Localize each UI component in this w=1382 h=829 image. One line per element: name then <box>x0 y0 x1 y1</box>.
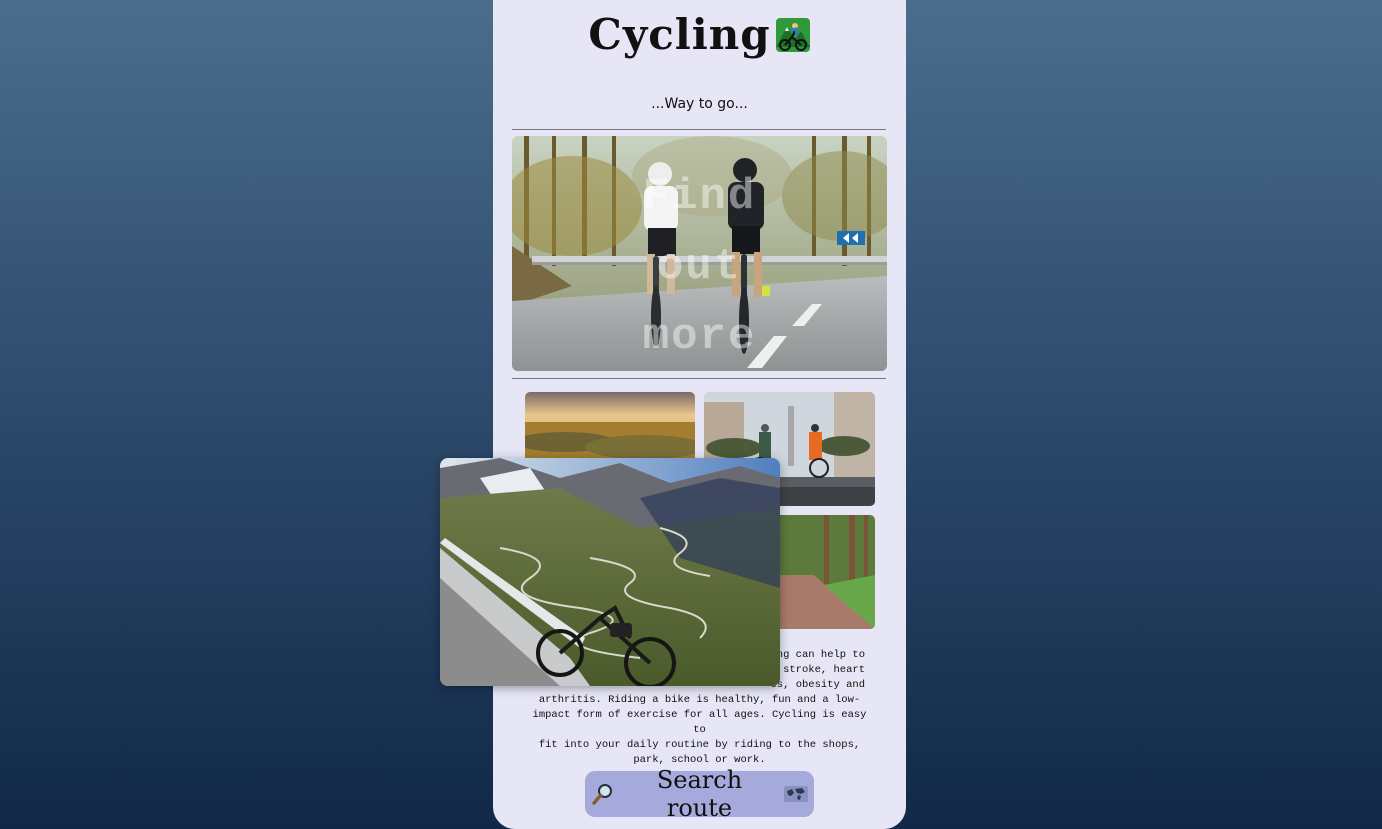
mountain-biker-icon <box>775 17 811 53</box>
world-map-icon <box>784 784 808 804</box>
divider-bottom <box>512 378 886 379</box>
hero-overlay-line: more <box>642 312 757 362</box>
title-text: Cycling <box>588 10 771 59</box>
hero-overlay-line: out <box>656 242 743 292</box>
page-title: Cycling <box>493 10 906 59</box>
main-card: Cycling ...Way to go... Find out more ng… <box>493 0 906 829</box>
divider-top <box>512 129 886 130</box>
enlarged-image-popup[interactable] <box>440 458 780 686</box>
desc-line: arthritis. Riding a bike is healthy, fun… <box>538 694 861 706</box>
search-route-label: Search route <box>656 766 743 822</box>
hero-overlay-line: Find <box>642 172 757 222</box>
hero-image-link[interactable]: Find out more <box>512 136 887 371</box>
search-route-button[interactable]: Search route <box>585 766 814 822</box>
desc-line: impact form of exercise for all ages. Cy… <box>532 709 867 736</box>
hero-overlay-text: Find out more <box>512 162 887 371</box>
magnifier-icon <box>591 782 615 806</box>
tagline: ...Way to go... <box>651 96 748 112</box>
desc-line: fit into your daily routine by riding to… <box>538 739 861 751</box>
mountain-pass-bike-photo <box>440 458 780 686</box>
